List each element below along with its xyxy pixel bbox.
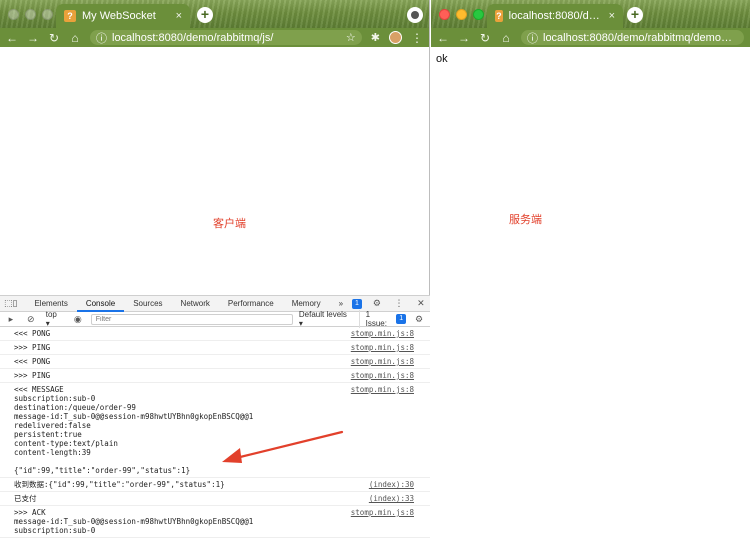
client-label: 客户端 (213, 218, 246, 230)
sidebar-toggle-icon[interactable]: ▸ (4, 314, 18, 325)
response-text: ok (436, 53, 448, 65)
new-tab-button[interactable]: + (197, 7, 213, 23)
forward-icon[interactable]: → (458, 32, 470, 44)
address-url: localhost:8080/demo/rabbitmq/js/ (112, 31, 274, 44)
source-link[interactable]: stomp.min.js:8 (351, 343, 414, 352)
tab-strip: ? localhost:8080/demo/rabbitmq × + (431, 0, 750, 28)
more-options-icon[interactable]: ⋮ (392, 298, 406, 309)
address-bar[interactable]: ⓘ localhost:8080/demo/rabbitmq/js/ ☆ (90, 30, 362, 45)
tab-network[interactable]: Network (172, 296, 219, 312)
favicon-icon: ? (64, 10, 76, 22)
extension-badge-icon[interactable] (407, 7, 423, 23)
info-icon[interactable]: ⓘ (527, 30, 538, 45)
context-select[interactable]: top ▾ (44, 310, 65, 328)
server-label: 服务端 (509, 214, 542, 226)
info-icon[interactable]: ⓘ (96, 30, 107, 45)
console-row: 已支付 (index):33 (0, 492, 430, 506)
reload-icon[interactable]: ↻ (479, 32, 491, 44)
settings-gear-icon[interactable]: ⚙ (370, 298, 384, 309)
console-message: <<< PONG (14, 357, 51, 366)
zoom-window-button[interactable] (42, 9, 53, 20)
forward-icon[interactable]: → (27, 32, 39, 44)
console-message: >>> PING (14, 371, 51, 380)
inspect-element-icon[interactable]: ⬚ (4, 298, 13, 309)
browser-toolbar: ← → ↻ ⌂ ⓘ localhost:8080/demo/rabbitmq/j… (0, 28, 429, 47)
favicon-icon: ? (495, 10, 503, 22)
window-controls (8, 9, 53, 20)
device-toolbar-icon[interactable]: ▯ (13, 298, 18, 309)
tab-close-icon[interactable]: × (609, 10, 615, 22)
issues-label: 1 Issue: (365, 310, 387, 328)
close-window-button[interactable] (8, 9, 19, 20)
console-row: <<< MESSAGE subscription:sub-0 destinati… (0, 383, 430, 478)
devtools-panel: ⬚ ▯ Elements Console Sources Network Per… (0, 295, 430, 538)
annotation-arrow (222, 430, 344, 463)
arrow-shaft (234, 430, 344, 460)
tab-sources[interactable]: Sources (124, 296, 171, 312)
bookmark-star-icon[interactable]: ☆ (346, 31, 356, 44)
tab-producer[interactable]: ? localhost:8080/demo/rabbitmq × (487, 4, 623, 28)
address-url: localhost:8080/demo/rabbitmq/demo0/produ… (543, 31, 738, 44)
source-link[interactable]: stomp.min.js:8 (351, 329, 414, 338)
console-row: <<< PONG stomp.min.js:8 (0, 355, 430, 369)
console-row: <<< PONG stomp.min.js:8 (0, 327, 430, 341)
tab-title: My WebSocket (82, 10, 156, 22)
source-link[interactable]: stomp.min.js:8 (351, 508, 414, 517)
profile-avatar[interactable] (389, 31, 402, 44)
console-message: 已支付 (14, 494, 37, 503)
tab-close-icon[interactable]: × (176, 10, 182, 22)
source-link[interactable]: (index):30 (369, 480, 414, 489)
clear-console-icon[interactable]: ⊘ (24, 314, 38, 325)
zoom-window-button[interactable] (473, 9, 484, 20)
console-filter-input[interactable] (90, 313, 293, 325)
log-levels-select[interactable]: Default levels ▾ (299, 310, 353, 328)
server-page-content: ok 服务端 (431, 47, 750, 538)
console-settings-gear-icon[interactable]: ⚙ (412, 314, 426, 325)
console-row: 收到数据:{"id":99,"title":"order-99","status… (0, 478, 430, 492)
client-page-content: 客户端 (0, 47, 429, 295)
devtools-actions: 1 ⚙ ⋮ ✕ (352, 298, 428, 309)
issues-count-badge: 1 (396, 314, 407, 324)
server-browser-window: ? localhost:8080/demo/rabbitmq × + ← → ↻… (431, 0, 750, 538)
source-link[interactable]: (index):33 (369, 494, 414, 503)
new-tab-button[interactable]: + (627, 7, 643, 23)
source-link[interactable]: stomp.min.js:8 (351, 371, 414, 380)
source-link[interactable]: stomp.min.js:8 (351, 385, 414, 394)
console-message: 收到数据:{"id":99,"title":"order-99","status… (14, 480, 225, 489)
console-message: <<< MESSAGE subscription:sub-0 destinati… (14, 385, 254, 475)
extensions-puzzle-icon[interactable]: ✱ (371, 31, 380, 44)
browser-menu-icon[interactable]: ⋮ (411, 31, 423, 45)
arrow-head (222, 448, 242, 463)
issues-badge[interactable]: 1 (352, 298, 362, 309)
minimize-window-button[interactable] (25, 9, 36, 20)
console-row: >>> PING stomp.min.js:8 (0, 341, 430, 355)
browser-toolbar: ← → ↻ ⌂ ⓘ localhost:8080/demo/rabbitmq/d… (431, 28, 750, 47)
home-icon[interactable]: ⌂ (500, 32, 512, 44)
live-expression-eye-icon[interactable]: ◉ (71, 314, 85, 325)
back-icon[interactable]: ← (6, 32, 18, 44)
console-log: <<< PONG stomp.min.js:8 >>> PING stomp.min… (0, 327, 430, 538)
tab-console[interactable]: Console (76, 296, 125, 312)
tab-title: localhost:8080/demo/rabbitmq (508, 10, 603, 22)
reload-icon[interactable]: ↻ (48, 32, 60, 44)
issues-chip[interactable]: 1 Issue: 1 (358, 310, 407, 328)
source-link[interactable]: stomp.min.js:8 (351, 357, 414, 366)
console-row: >>> ACK message-id:T_sub-0@@session-m98h… (0, 506, 430, 538)
minimize-window-button[interactable] (456, 9, 467, 20)
console-message: >>> ACK message-id:T_sub-0@@session-m98h… (14, 508, 254, 535)
address-bar[interactable]: ⓘ localhost:8080/demo/rabbitmq/demo0/pro… (521, 30, 744, 45)
console-filter-bar: ▸ ⊘ top ▾ ◉ Default levels ▾ 1 Issue: 1 … (0, 310, 430, 328)
console-message: >>> PING (14, 343, 51, 352)
console-row: >>> PING stomp.min.js:8 (0, 369, 430, 383)
close-devtools-icon[interactable]: ✕ (414, 298, 428, 309)
tab-strip: ? My WebSocket × + (0, 0, 429, 28)
tab-performance[interactable]: Performance (219, 296, 283, 312)
home-icon[interactable]: ⌂ (69, 32, 81, 44)
close-window-button[interactable] (439, 9, 450, 20)
console-message: <<< PONG (14, 329, 51, 338)
window-controls (439, 9, 484, 20)
back-icon[interactable]: ← (437, 32, 449, 44)
tab-my-websocket[interactable]: ? My WebSocket × (56, 4, 190, 28)
